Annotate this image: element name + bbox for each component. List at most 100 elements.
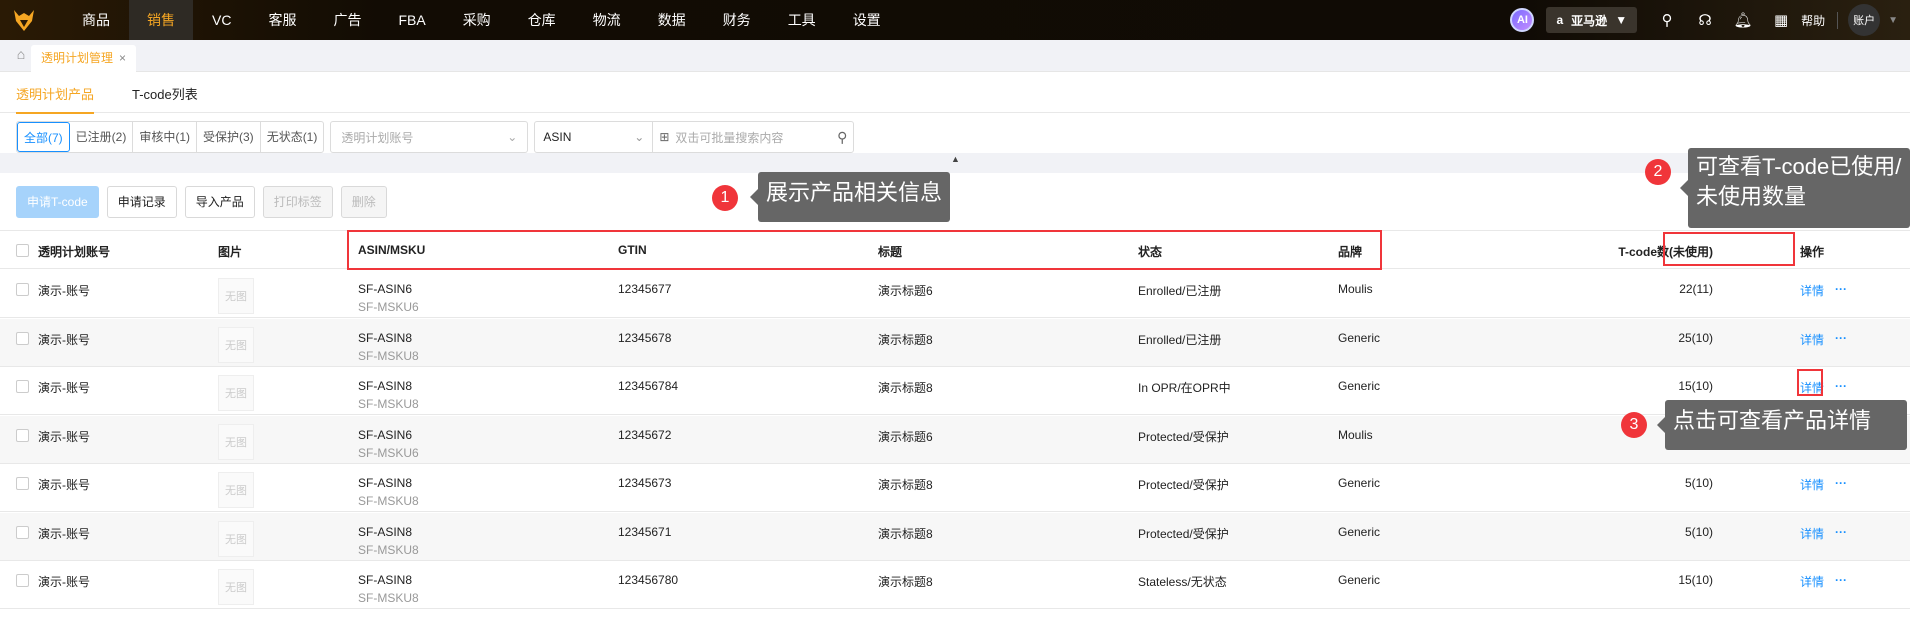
- cell-asin: SF-ASIN6: [358, 282, 413, 296]
- more-icon[interactable]: ···: [1835, 476, 1847, 490]
- status-filter-option[interactable]: 受保护(3): [197, 122, 261, 152]
- cell-msku: SF-MSKU8: [358, 591, 419, 605]
- toolbar: 申请T-code 申请记录 导入产品 打印标签 删除: [16, 186, 387, 218]
- detail-link[interactable]: 详情: [1800, 573, 1824, 590]
- close-icon[interactable]: ×: [119, 51, 126, 65]
- row-checkbox[interactable]: [16, 574, 29, 587]
- status-filter-option[interactable]: 无状态(1): [261, 122, 324, 152]
- bell-icon[interactable]: 🔔︎: [1733, 11, 1753, 29]
- logo-icon[interactable]: [4, 0, 44, 40]
- nav-item[interactable]: 客服: [250, 0, 314, 40]
- tab-tcode-list[interactable]: T-code列表: [132, 84, 198, 103]
- detail-link[interactable]: 详情: [1800, 282, 1824, 299]
- cell-tcode: 25(10): [1678, 330, 1713, 345]
- avatar[interactable]: 账户: [1848, 4, 1881, 36]
- cell-gtin: 12345672: [618, 427, 672, 442]
- highlight-detail-link: [1797, 369, 1823, 396]
- nav-item[interactable]: VC: [194, 0, 249, 40]
- more-icon[interactable]: ···: [1835, 573, 1847, 587]
- cell-gtin: 12345677: [618, 282, 672, 296]
- cell-status: In OPR/在OPR中: [1138, 381, 1231, 395]
- cell-asin-msku: SF-ASIN8 SF-MSKU8: [358, 331, 419, 363]
- home-icon[interactable]: ⌂: [10, 46, 32, 68]
- search-placeholder: 双击可批量搜索内容: [675, 130, 784, 145]
- nav-item[interactable]: 物流: [575, 0, 639, 40]
- apps-icon[interactable]: ▦: [1771, 11, 1791, 29]
- apply-tcode-button[interactable]: 申请T-code: [16, 186, 99, 218]
- search-input[interactable]: ⊞ 双击可批量搜索内容 ⚲: [653, 122, 853, 152]
- header-actions: 操作: [1800, 245, 1825, 259]
- table-row: 演示-账号 无图 SF-ASIN8 SF-MSKU8 12345678 演示标题8…: [0, 318, 1910, 367]
- highlight-product-info: [347, 230, 1382, 270]
- row-checkbox[interactable]: [16, 477, 29, 490]
- cell-asin: SF-ASIN8: [358, 476, 413, 490]
- cell-gtin: 12345673: [618, 476, 672, 490]
- detail-link[interactable]: 详情: [1800, 331, 1824, 348]
- account-caret-icon[interactable]: ▼: [1888, 15, 1898, 26]
- row-checkbox[interactable]: [16, 525, 29, 539]
- cell-gtin: 12345671: [618, 524, 672, 539]
- status-filter-option[interactable]: 已注册(2): [70, 122, 134, 152]
- more-icon[interactable]: ···: [1835, 525, 1847, 539]
- nav-item[interactable]: 仓库: [510, 0, 574, 40]
- page-tab-transparency[interactable]: 透明计划管理 ×: [31, 45, 137, 72]
- select-all-checkbox[interactable]: [16, 244, 29, 257]
- page-tab-label: 透明计划管理: [41, 51, 114, 65]
- cell-msku: SF-MSKU8: [358, 542, 419, 557]
- annotation-badge-3: 3: [1621, 412, 1647, 438]
- row-checkbox[interactable]: [16, 283, 29, 296]
- detail-link[interactable]: 详情: [1800, 476, 1824, 493]
- header-image: 图片: [218, 245, 243, 259]
- annotation-badge-2: 2: [1645, 159, 1671, 185]
- nav-item[interactable]: FBA: [380, 0, 443, 40]
- account-select[interactable]: 透明计划账号 ⌄: [330, 121, 529, 153]
- nav-item[interactable]: 数据: [640, 0, 704, 40]
- cell-brand: Generic: [1338, 524, 1381, 539]
- highlight-tcode-column: [1663, 232, 1795, 266]
- cell-tcode: 5(10): [1684, 524, 1713, 539]
- import-products-button[interactable]: 导入产品: [184, 186, 255, 218]
- cell-status: Enrolled/已注册: [1138, 284, 1222, 298]
- status-filter-option[interactable]: 审核中(1): [133, 122, 198, 152]
- tab-products[interactable]: 透明计划产品: [16, 84, 95, 114]
- cell-brand: Moulis: [1338, 282, 1373, 296]
- ai-icon[interactable]: AI: [1510, 8, 1535, 32]
- nav-item[interactable]: 财务: [705, 0, 769, 40]
- cell-msku: SF-MSKU8: [358, 348, 419, 363]
- caret-down-icon: ▼: [1615, 13, 1628, 27]
- store-selector[interactable]: a 亚马逊 ▼: [1546, 7, 1638, 33]
- search-icon[interactable]: ⚲: [1657, 11, 1677, 29]
- help-link[interactable]: 帮助: [1801, 11, 1839, 29]
- headset-icon[interactable]: ☊: [1695, 11, 1715, 29]
- nav-item[interactable]: 商品: [64, 0, 128, 40]
- cell-title: 演示标题6: [878, 284, 933, 298]
- more-icon[interactable]: ···: [1835, 379, 1847, 393]
- cell-title: 演示标题8: [878, 381, 933, 395]
- nav-item[interactable]: 设置: [835, 0, 899, 40]
- cell-asin: SF-ASIN8: [358, 524, 413, 539]
- nav-item[interactable]: 销售: [129, 0, 193, 40]
- batch-icon[interactable]: ⊞: [659, 130, 669, 144]
- print-labels-button[interactable]: 打印标签: [262, 186, 333, 218]
- search-type-select[interactable]: ASIN ⌄: [535, 122, 654, 152]
- row-checkbox[interactable]: [16, 428, 29, 442]
- search-icon[interactable]: ⚲: [837, 129, 847, 146]
- nav-item[interactable]: 采购: [445, 0, 509, 40]
- product-image-placeholder: 无图: [218, 423, 254, 460]
- delete-button[interactable]: 删除: [340, 186, 387, 218]
- status-filter-option[interactable]: 全部(7): [17, 122, 70, 152]
- row-checkbox[interactable]: [16, 380, 29, 393]
- nav-item[interactable]: 广告: [315, 0, 379, 40]
- nav-item[interactable]: 工具: [770, 0, 834, 40]
- cell-account: 演示-账号: [38, 381, 90, 395]
- more-icon[interactable]: ···: [1835, 331, 1847, 345]
- collapse-arrow-icon[interactable]: ▲: [951, 154, 960, 164]
- apply-records-button[interactable]: 申请记录: [106, 186, 177, 218]
- cell-account: 演示-账号: [38, 575, 90, 589]
- row-checkbox[interactable]: [16, 331, 29, 345]
- cell-gtin: 123456780: [618, 573, 679, 587]
- more-icon[interactable]: ···: [1835, 282, 1847, 296]
- cell-brand: Generic: [1338, 330, 1381, 345]
- cell-status: Protected/受保护: [1138, 478, 1229, 492]
- detail-link[interactable]: 详情: [1800, 525, 1824, 542]
